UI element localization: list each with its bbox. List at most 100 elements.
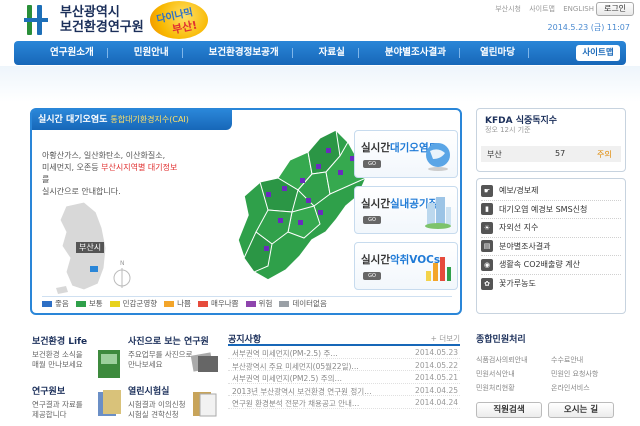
legend-normal: 보통 [75, 298, 103, 309]
notice-row[interactable]: 2013년 부산광역시 보건환경 연구원 정기… 2014.04.25 [228, 384, 460, 396]
chart-icon: ▤ [481, 240, 493, 253]
notice-row-date: 2014.05.21 [415, 373, 458, 382]
quick-menu-sms[interactable]: ▮ 대기오염 예경보 SMS신청 [481, 201, 621, 219]
legend-normal-label: 보통 [88, 299, 103, 308]
busan-district-map[interactable] [208, 120, 378, 292]
photo-gallery-box[interactable]: 사진으로 보는 연구원 주요업무를 사진으로 만나보세요 [128, 334, 218, 372]
civil-service-links: 식품검사의뢰안내 수수료안내 민원서식안내 민원인 요청사항 민원처리현황 온라… [476, 355, 626, 393]
notice-row[interactable]: 서부권역 미세먼지(PM2.5) 주의… 2014.05.21 [228, 371, 460, 384]
sitemap-button[interactable]: 사이트맵 [576, 45, 620, 61]
legend-good: 좋음 [42, 298, 69, 309]
notice-row-title: 2013년 부산광역시 보건환경 연구원 정기… [232, 386, 372, 396]
nav-item-about[interactable]: 연구원소개 [36, 41, 108, 65]
civil-link[interactable]: 수수료안내 [551, 355, 626, 365]
civil-link[interactable]: 민원처리현황 [476, 383, 551, 393]
kfda-status: 주의 [597, 150, 612, 159]
nav-item-archive[interactable]: 자료실 [305, 41, 360, 65]
legend-danger-swatch [245, 301, 256, 307]
air-quality-tab-title: 실시간 대기오염도 [38, 115, 108, 125]
directions-button[interactable]: 오시는 길 [548, 402, 614, 418]
realtime-indoor-air-button[interactable]: 실시간실내공기질 GO [354, 186, 458, 234]
top-link-busan-city[interactable]: 부산시청 [495, 5, 521, 13]
flower-icon: ✿ [481, 277, 493, 290]
desc-line1: 아황산가스, 일산화탄소, 이산화질소, [42, 151, 166, 160]
car-icon: ◉ [481, 258, 493, 271]
magazine-icon [98, 350, 120, 378]
busan-label: 부산시 [76, 242, 105, 253]
notice-row[interactable]: 서부권역 미세먼지(PM-2.5) 주… 2014.05.23 [228, 346, 460, 359]
air-quality-tab[interactable]: 실시간 대기오염도 통합대기환경지수(CAI) [32, 110, 232, 130]
civil-link[interactable]: 민원서식안내 [476, 369, 551, 379]
notice-board: 공지사항 + 더보기 서부권역 미세먼지(PM-2.5) 주… 2014.05.2… [228, 332, 460, 409]
notice-row[interactable]: 부산광역시 주요 미세먼지(05월22일)… 2014.05.22 [228, 359, 460, 371]
dynamic-busan-logo: 다이나믹 부산! [150, 1, 208, 39]
quick-menu-pollen-label: 꽃가루농도 [499, 279, 536, 289]
quick-menu-forecast-label: 예보/경보제 [499, 186, 539, 196]
nav-item-survey-results[interactable]: 분야별조사결과 [371, 41, 461, 65]
main-nav: 연구원소개 민원안내 보건환경정보공개 자료실 분야별조사결과 열린마당 사이트… [14, 41, 626, 65]
civil-link[interactable]: 민원인 요청사항 [551, 369, 626, 379]
go-button[interactable]: GO [363, 216, 381, 224]
open-lab-box[interactable]: 열린시험실 시험결과 이의신청 시험실 견학신청 [128, 384, 218, 420]
realtime-air-pollution-button[interactable]: 실시간대기오염도 GO [354, 130, 458, 178]
kfda-row: 부산 57 주의 [481, 146, 621, 162]
quick-menu-survey-label: 분야별조사결과 [499, 241, 551, 251]
civil-buttons: 직원검색 오시는 길 [476, 402, 626, 418]
quick-menu-survey[interactable]: ▤ 분야별조사결과 [481, 238, 621, 256]
air-quality-description: 아황산가스, 일산화탄소, 이산화질소, 미세먼지, 오존등 부산시지역별 대기… [42, 150, 182, 198]
realtime-indoor-prefix: 실시간 [361, 198, 390, 210]
realtime-buttons: 실시간대기오염도 GO 실시간실내공기질 GO 실시간악취VOCs GO [354, 130, 458, 298]
notice-row-title: 서부권역 미세먼지(PM2.5) 주의… [232, 374, 343, 383]
quick-menu-uv[interactable]: ☀ 자외선 지수 [481, 219, 621, 238]
desc-highlight: 부산시지역별 대기정보 [101, 163, 178, 172]
nav-item-info-disclosure[interactable]: 보건환경정보공개 [195, 41, 293, 65]
quick-menu-co2-label: 생활속 CO2배출량 계산 [499, 260, 580, 270]
notice-more-link[interactable]: + 더보기 [431, 333, 460, 344]
civil-link[interactable]: 식품검사의뢰안내 [476, 355, 551, 365]
air-quality-panel: 실시간 대기오염도 통합대기환경지수(CAI) 아황산가스, 일산화탄소, 이산화… [30, 108, 462, 315]
logo-icon[interactable] [24, 5, 48, 35]
research-report-box[interactable]: 연구원보 연구결과 자료를 제공합니다 [32, 384, 122, 420]
quick-menu: ☛ 예보/경보제 ▮ 대기오염 예경보 SMS신청 ☀ 자외선 지수 ▤ 분야별조사결과… [476, 178, 626, 314]
top-link-sitemap[interactable]: 사이트맵 [529, 5, 555, 13]
quick-menu-co2[interactable]: ◉ 생활속 CO2배출량 계산 [481, 256, 621, 275]
food-poisoning-index[interactable]: KFDA 식중독지수 정오 12시 기준 부산 57 주의 [476, 108, 626, 172]
login-button[interactable]: 로그인 [596, 2, 634, 16]
notice-row-date: 2014.05.23 [415, 348, 458, 357]
top-links: 부산시청 사이트맵 ENGLISH [489, 4, 594, 14]
legend-no-data-swatch [279, 301, 290, 307]
nav-item-civil-service[interactable]: 민원안내 [120, 41, 183, 65]
legend-danger: 위험 [245, 298, 272, 309]
legend-bad-label: 나쁨 [177, 299, 191, 308]
air-quality-tab-sub: 통합대기환경지수(CAI) [110, 115, 189, 124]
notice-row-date: 2014.04.24 [415, 398, 458, 407]
notice-title[interactable]: 공지사항 [228, 335, 261, 345]
photo-stack-icon [190, 352, 218, 372]
legend-sensitive: 민감군영향 [109, 298, 157, 309]
civil-link[interactable]: 온라인서비스 [551, 383, 626, 393]
quick-menu-forecast[interactable]: ☛ 예보/경보제 [481, 182, 621, 201]
go-button[interactable]: GO [363, 160, 381, 168]
org-name-line2: 보건환경연구원 [60, 20, 144, 35]
desc-line2-end: 를 [42, 175, 50, 184]
quick-menu-pollen[interactable]: ✿ 꽃가루농도 [481, 275, 621, 294]
org-name[interactable]: 부산광역시 보건환경연구원 [60, 5, 144, 35]
civil-service-box: 종합민원처리 식품검사의뢰안내 수수료안내 민원서식안내 민원인 요청사항 민원… [476, 332, 626, 418]
env-life-box[interactable]: 보건환경 Life 보건환경 소식을 매월 만나보세요 [32, 334, 122, 378]
realtime-odor-vocs-button[interactable]: 실시간악취VOCs GO [354, 242, 458, 290]
notice-row-date: 2014.05.22 [415, 360, 458, 370]
go-button[interactable]: GO [363, 272, 381, 280]
kfda-region: 부산 [487, 150, 502, 159]
quick-menu-sms-label: 대기오염 예경보 SMS신청 [499, 204, 588, 214]
legend-bad: 나쁨 [164, 298, 191, 309]
top-link-english[interactable]: ENGLISH [563, 5, 594, 13]
book-stack-icon [98, 390, 121, 416]
legend-very-bad-label: 매우나쁨 [210, 299, 239, 308]
staff-search-button[interactable]: 직원검색 [476, 402, 542, 418]
background-band [0, 66, 640, 102]
phone-icon: ▮ [481, 203, 493, 216]
notice-row[interactable]: 연구원 환경분석 전문가 채용공고 안내… 2014.04.24 [228, 396, 460, 409]
svg-text:N: N [120, 260, 125, 267]
quick-menu-uv-label: 자외선 지수 [499, 223, 539, 233]
nav-item-open-forum[interactable]: 열린마당 [466, 41, 529, 65]
